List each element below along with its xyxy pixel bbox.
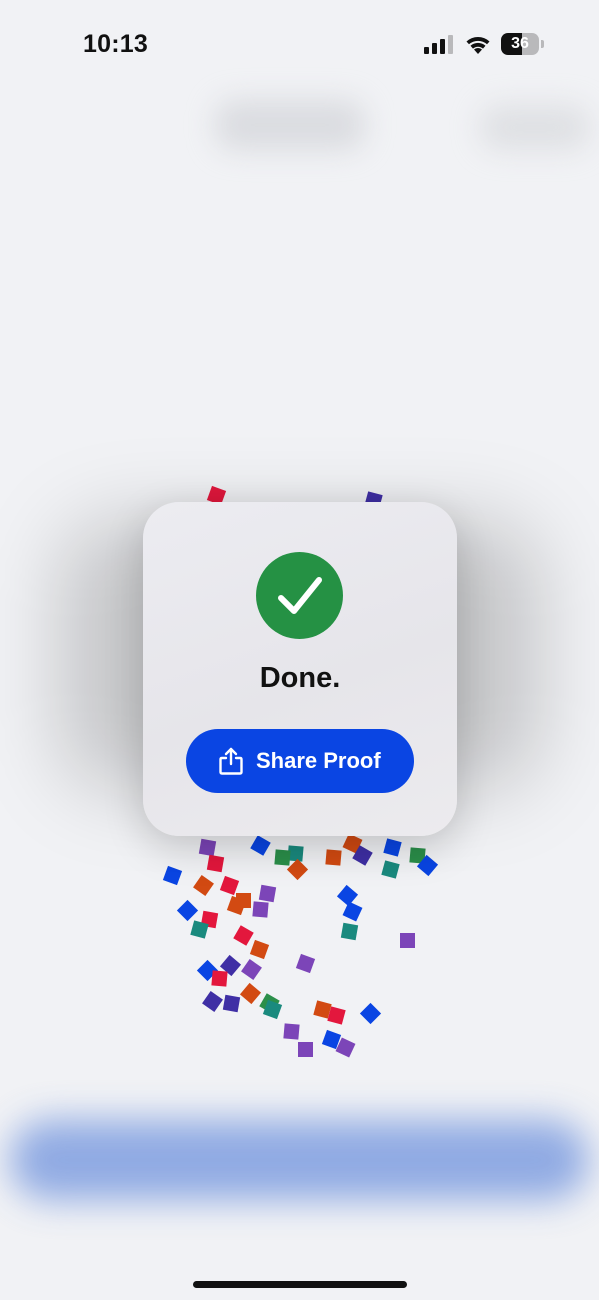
confetti-piece (236, 893, 251, 908)
confetti-piece (283, 1023, 300, 1040)
confetti-piece (258, 884, 277, 903)
confetti-piece (233, 925, 254, 946)
confetti-piece (286, 858, 309, 881)
confetti-piece (274, 849, 291, 866)
checkmark-circle-icon (256, 552, 343, 639)
share-icon (219, 747, 243, 775)
confetti-piece (241, 959, 262, 980)
blurred-bottom-button (10, 1120, 589, 1200)
confetti-piece (295, 953, 316, 974)
confetti-piece (202, 991, 223, 1012)
confetti-piece (383, 838, 402, 857)
confetti-piece (206, 854, 225, 873)
confetti-piece (298, 1042, 313, 1057)
confetti-piece (190, 920, 209, 939)
confetti-piece (342, 901, 363, 922)
confetti-piece (252, 901, 269, 918)
confetti-piece (211, 970, 228, 987)
confetti-piece (250, 835, 271, 856)
share-proof-label: Share Proof (256, 748, 381, 773)
home-indicator[interactable] (193, 1281, 407, 1288)
confetti-piece (359, 1002, 382, 1025)
done-dialog: Done. Share Proof (143, 502, 457, 836)
confetti-piece (176, 899, 199, 922)
dialog-title: Done. (259, 662, 341, 694)
confetti-piece (249, 939, 270, 960)
confetti-piece (198, 838, 217, 857)
confetti-piece (222, 994, 241, 1013)
confetti-piece (239, 982, 262, 1005)
confetti-piece (381, 860, 400, 879)
confetti-piece (193, 875, 214, 896)
success-screen: 10:13 36 Done. Share Proof (0, 0, 599, 1300)
confetti-piece (327, 1006, 346, 1025)
confetti-piece (262, 999, 283, 1020)
share-proof-button[interactable]: Share Proof (186, 729, 414, 793)
confetti-piece (325, 849, 342, 866)
confetti-piece (162, 865, 183, 886)
confetti-piece (340, 922, 359, 941)
confetti-piece (400, 933, 415, 948)
